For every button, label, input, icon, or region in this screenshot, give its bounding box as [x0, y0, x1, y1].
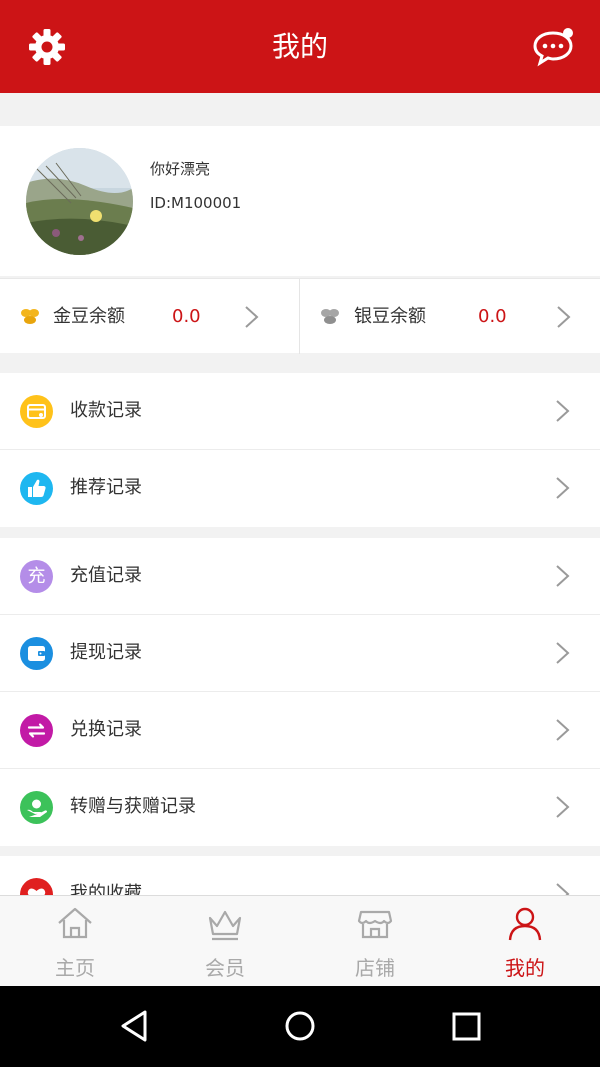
tab-label: 我的: [505, 956, 545, 980]
silver-beans-icon: [321, 309, 339, 324]
thumbs-up-icon: [20, 472, 53, 505]
gold-balance-value: 0.0: [172, 306, 201, 327]
menu-item-payment-records[interactable]: 收款记录: [0, 373, 600, 450]
shop-icon: [357, 910, 393, 939]
menu-item-label: 兑换记录: [70, 719, 142, 740]
menu-item-label: 推荐记录: [70, 477, 142, 498]
chevron-right-icon: [556, 719, 570, 741]
tab-mine[interactable]: 我的: [450, 896, 600, 987]
tab-label: 主页: [55, 956, 95, 980]
chat-bubble-icon: [533, 28, 573, 67]
tab-shop[interactable]: 店铺: [300, 896, 450, 987]
heart-icon: [20, 878, 53, 895]
bottom-tab-bar: 主页 会员 店铺 我的: [0, 895, 600, 986]
balance-bar: 金豆余额 0.0 银豆余额 0.0: [0, 278, 600, 354]
wallet-icon: [20, 637, 53, 670]
profile-card[interactable]: 你好漂亮 ID:M100001: [0, 126, 600, 276]
menu-item-label: 我的收藏: [70, 883, 142, 895]
menu-item-label: 收款记录: [70, 400, 142, 421]
chevron-right-icon: [556, 796, 570, 818]
recharge-icon: 充: [20, 560, 53, 593]
user-icon: [508, 907, 542, 941]
chevron-right-icon: [557, 306, 571, 328]
messages-button[interactable]: [532, 27, 576, 67]
menu-item-referral-records[interactable]: 推荐记录: [0, 450, 600, 527]
home-icon: [58, 907, 92, 939]
chevron-right-icon: [556, 883, 570, 895]
gift-icon: [20, 791, 53, 824]
menu-item-label: 充值记录: [70, 565, 142, 586]
avatar[interactable]: [26, 148, 133, 255]
crown-icon: [208, 910, 242, 941]
menu-item-gift-records[interactable]: 转赠与获赠记录: [0, 769, 600, 846]
silver-balance-value: 0.0: [478, 306, 507, 327]
menu-item-label: 转赠与获赠记录: [70, 796, 196, 817]
card-icon: [20, 395, 53, 428]
exchange-icon: [20, 714, 53, 747]
gold-balance-item[interactable]: 金豆余额 0.0: [0, 279, 299, 354]
chevron-right-icon: [245, 306, 259, 328]
user-id: ID:M100001: [150, 194, 242, 212]
silver-balance-label: 银豆余额: [354, 306, 426, 327]
recharge-icon-text: 充: [27, 566, 46, 587]
menu-group-records: 收款记录 推荐记录: [0, 373, 600, 527]
chevron-right-icon: [556, 400, 570, 422]
silver-balance-item[interactable]: 银豆余额 0.0: [300, 279, 600, 354]
recent-apps-icon[interactable]: [449, 1009, 485, 1045]
app-header: 我的: [0, 0, 600, 93]
home-circle-icon[interactable]: [282, 1008, 318, 1044]
menu-item-label: 提现记录: [70, 642, 142, 663]
tab-member[interactable]: 会员: [150, 896, 300, 987]
menu-group-transactions: 充 充值记录 提现记录 兑换记录 转赠与获赠记录: [0, 538, 600, 846]
menu-group-favorites: 我的收藏: [0, 856, 600, 895]
tab-label: 会员: [205, 956, 245, 980]
page-title: 我的: [271, 30, 328, 63]
back-icon[interactable]: [117, 1008, 153, 1044]
gold-beans-icon: [21, 309, 39, 324]
menu-item-exchange-records[interactable]: 兑换记录: [0, 692, 600, 769]
menu-item-recharge-records[interactable]: 充 充值记录: [0, 538, 600, 615]
tab-label: 店铺: [355, 956, 395, 980]
chevron-right-icon: [556, 565, 570, 587]
chevron-right-icon: [556, 477, 570, 499]
gold-balance-label: 金豆余额: [53, 306, 125, 327]
user-greeting: 你好漂亮: [150, 160, 211, 178]
system-nav-bar: [0, 986, 600, 1067]
menu-item-favorites[interactable]: 我的收藏: [0, 856, 600, 895]
menu-item-withdraw-records[interactable]: 提现记录: [0, 615, 600, 692]
chevron-right-icon: [556, 642, 570, 664]
tab-home[interactable]: 主页: [0, 896, 150, 987]
